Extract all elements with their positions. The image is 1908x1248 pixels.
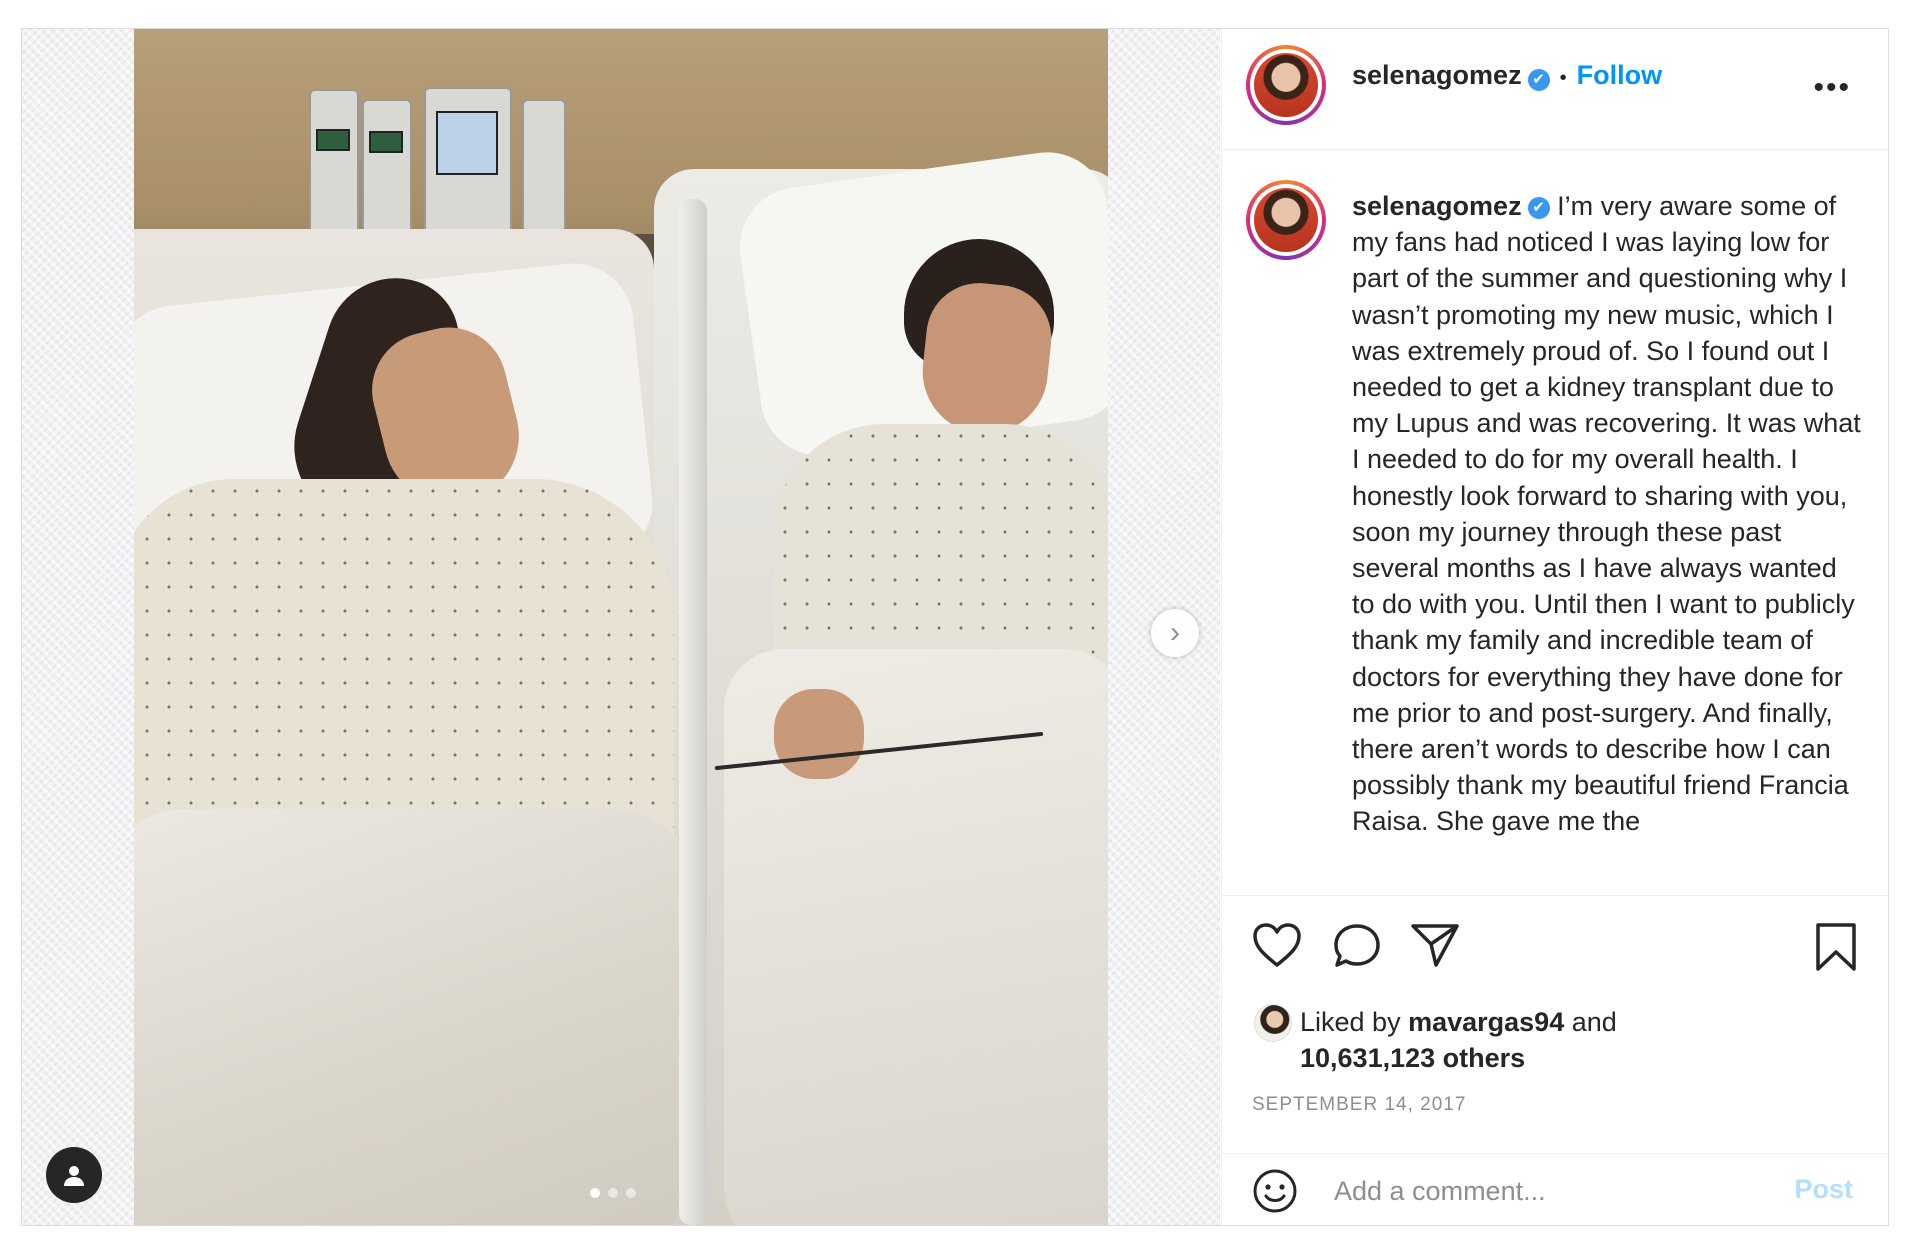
liker-avatar[interactable] — [1254, 1004, 1292, 1042]
carousel-dot — [626, 1188, 636, 1198]
author-username[interactable]: selenagomez — [1352, 60, 1522, 90]
comment-icon — [1334, 924, 1380, 967]
carousel-indicator — [590, 1188, 636, 1198]
tagged-users-button[interactable] — [46, 1147, 102, 1203]
post-details-panel: selenagomez ✔ • Follow ••• selenagomez ✔ I’m… — [1221, 29, 1889, 1225]
post-comment-button[interactable]: Post — [1794, 1174, 1853, 1205]
follow-button[interactable]: Follow — [1577, 60, 1662, 90]
likes-count[interactable]: 10,631,123 others — [1300, 1043, 1525, 1073]
liker-username[interactable]: mavargas94 — [1408, 1007, 1564, 1037]
emoji-icon — [1253, 1169, 1297, 1213]
chevron-right-icon: › — [1170, 616, 1180, 649]
next-photo-button[interactable]: › — [1151, 609, 1199, 657]
carousel-dot — [590, 1188, 600, 1198]
share-button[interactable] — [1410, 922, 1460, 973]
caption-author-avatar[interactable] — [1246, 180, 1326, 260]
post-dialog: › selenagomez ✔ • Follow ••• selenagomez… — [21, 28, 1889, 1226]
emoji-button[interactable] — [1252, 1168, 1298, 1219]
caption: selenagomez ✔ I’m very aware some of my f… — [1352, 188, 1862, 840]
post-actions: Liked by mavargas94 and 10,631,123 other… — [1222, 895, 1889, 1154]
bookmark-icon — [1816, 923, 1856, 971]
caption-section: selenagomez ✔ I’m very aware some of my f… — [1222, 150, 1889, 895]
heart-icon — [1253, 923, 1301, 967]
comment-input[interactable] — [1332, 1158, 1766, 1224]
post-photo[interactable] — [134, 29, 1108, 1225]
likes-summary: Liked by mavargas94 and 10,631,123 other… — [1300, 1007, 1617, 1073]
comment-button[interactable] — [1332, 922, 1382, 975]
carousel-dot — [608, 1188, 618, 1198]
media-panel: › — [22, 29, 1220, 1225]
verified-badge-icon: ✔ — [1527, 196, 1550, 219]
post-date[interactable]: SEPTEMBER 14, 2017 — [1252, 1094, 1466, 1116]
share-icon — [1411, 924, 1459, 967]
user-tag-icon — [64, 1166, 84, 1186]
author-avatar[interactable] — [1246, 45, 1326, 125]
caption-text: I’m very aware some of my fans had notic… — [1352, 191, 1861, 837]
save-button[interactable] — [1814, 922, 1858, 977]
caption-username[interactable]: selenagomez — [1352, 191, 1522, 221]
like-button[interactable] — [1252, 922, 1302, 973]
more-options-icon[interactable]: ••• — [1813, 73, 1851, 103]
comment-bar: Post — [1222, 1153, 1889, 1226]
header-separator: • — [1559, 67, 1567, 89]
verified-badge-icon: ✔ — [1527, 68, 1550, 91]
post-header: selenagomez ✔ • Follow ••• — [1222, 29, 1889, 150]
